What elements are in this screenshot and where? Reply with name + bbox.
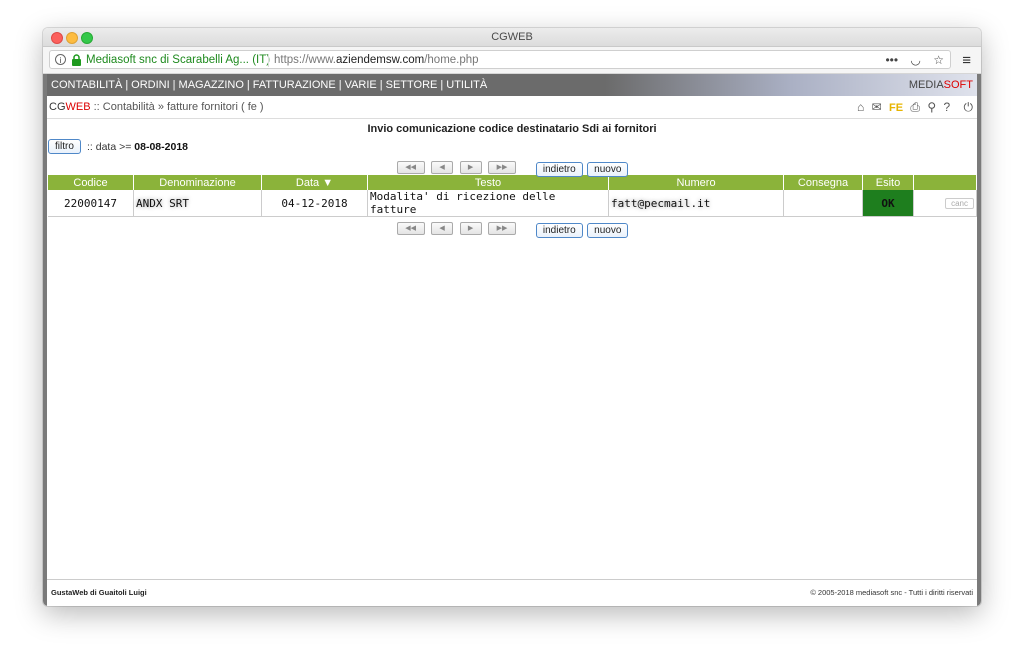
first-page-button-bottom[interactable]: ◀◀ (396, 222, 425, 236)
filter-row: filtro :: data >= 08-08-2018 (47, 139, 977, 159)
col-data[interactable]: Data ▼ (261, 175, 368, 190)
next-page-button-bottom[interactable]: ▶ (459, 222, 482, 236)
col-actions (913, 175, 977, 190)
filter-button[interactable]: filtro (48, 139, 81, 154)
hamburger-menu-icon[interactable]: ≡ (962, 52, 971, 69)
filter-condition: :: data >= 08-08-2018 (87, 141, 189, 153)
cell-data: 04-12-2018 (261, 190, 368, 217)
url-divider (268, 54, 269, 67)
url-bar: i Mediasoft snc di Scarabelli Ag... (IT)… (43, 47, 981, 74)
cell-actions: canc (913, 190, 977, 217)
footer-copyright: © 2005-2018 mediasoft snc - Tutti i diri… (810, 588, 973, 597)
cell-testo: Modalita' di ricezione delle fatture (367, 190, 609, 217)
address-field[interactable]: i Mediasoft snc di Scarabelli Ag... (IT)… (49, 50, 951, 69)
cancel-row-button[interactable]: canc (945, 198, 974, 209)
col-esito[interactable]: Esito (862, 175, 914, 190)
url-text[interactable]: https://www.aziendemsw.com/home.php (274, 51, 479, 70)
col-consegna[interactable]: Consegna (783, 175, 863, 190)
more-actions-icon[interactable]: ••• (885, 53, 898, 67)
last-page-button[interactable]: ▶▶ (487, 161, 516, 175)
col-codice[interactable]: Codice (48, 175, 134, 190)
table-row[interactable]: 22000147 ANDX SRT 04-12-2018 Modalita' d… (48, 190, 977, 217)
nav-item-fatturazione[interactable]: FATTURAZIONE (253, 79, 336, 91)
footer-credit: GustaWeb di Guaitoli Luigi (51, 588, 147, 597)
toolbar-icons: ⌂ ✉ FE ⎙ ⚲ ? ⏻ (853, 96, 973, 119)
cell-codice: 22000147 (48, 190, 134, 217)
fe-icon[interactable]: FE (889, 102, 903, 114)
col-testo[interactable]: Testo (367, 175, 609, 190)
cell-consegna (783, 190, 863, 217)
nav-item-varie[interactable]: VARIE (345, 79, 377, 91)
pocket-icon[interactable]: ◡ (910, 53, 920, 67)
page-title: Invio comunicazione codice destinatario … (367, 123, 657, 135)
next-page-button[interactable]: ▶ (459, 161, 482, 175)
nav-item-magazzino[interactable]: MAGAZZINO (179, 79, 244, 91)
breadcrumb-path: :: Contabilità » fatture fornitori ( fe … (90, 101, 264, 113)
breadcrumb: CGWEB :: Contabilità » fatture fornitori… (47, 96, 977, 119)
nav-item-settore[interactable]: SETTORE (386, 79, 438, 91)
prev-page-button[interactable]: ◀ (431, 161, 454, 175)
power-icon[interactable]: ⏻ (964, 100, 974, 114)
page-footer: GustaWeb di Guaitoli Luigi © 2005-2018 m… (47, 579, 977, 606)
page-content: CONTABILITÀ | ORDINI | MAGAZZINO | FATTURAZION… (43, 74, 981, 606)
info-icon[interactable]: i (55, 54, 66, 65)
home-icon[interactable]: ⌂ (857, 100, 864, 114)
table-header-row: Codice Denominazione Data ▼ Testo Numero… (48, 175, 977, 190)
lock-icon (72, 54, 81, 66)
window-title: CGWEB (491, 31, 533, 43)
bookmark-star-icon[interactable]: ☆ (933, 53, 944, 67)
mediasoft-logo: MEDIASOFT (908, 79, 973, 91)
first-page-button[interactable]: ◀◀ (396, 161, 425, 175)
last-page-button-bottom[interactable]: ▶▶ (487, 222, 516, 236)
data-table: Codice Denominazione Data ▼ Testo Numero… (48, 175, 977, 217)
nav-item-utilita[interactable]: UTILITÀ (446, 79, 487, 91)
main-navbar: CONTABILITÀ | ORDINI | MAGAZZINO | FATTURAZION… (47, 74, 977, 96)
pager-top: ◀◀ ◀ ▶ ▶▶ indietro nuovo (47, 159, 977, 177)
breadcrumb-web: WEB (65, 101, 91, 113)
mail-icon[interactable]: ✉ (872, 100, 882, 114)
site-identity[interactable]: Mediasoft snc di Scarabelli Ag... (IT) (86, 51, 270, 70)
print-icon[interactable]: ⎙ (910, 100, 920, 114)
breadcrumb-cg: CG (49, 101, 66, 113)
back-button-bottom[interactable]: indietro (535, 223, 583, 238)
new-button-bottom[interactable]: nuovo (587, 223, 629, 238)
new-button[interactable]: nuovo (587, 162, 629, 177)
browser-window: CGWEB i Mediasoft snc di Scarabelli Ag..… (43, 28, 981, 606)
url-actions: ••• ◡ ☆ (876, 51, 944, 70)
pager-bottom: ◀◀ ◀ ▶ ▶▶ indietro nuovo (47, 220, 977, 238)
status-badge: OK (862, 190, 914, 217)
col-denominazione[interactable]: Denominazione (133, 175, 262, 190)
cell-numero: fatt@pecmail.it (608, 190, 784, 217)
back-button[interactable]: indietro (535, 162, 583, 177)
title-bar: CGWEB (43, 28, 981, 47)
help-icon[interactable]: ? (943, 100, 950, 114)
prev-page-button-bottom[interactable]: ◀ (431, 222, 454, 236)
cell-denominazione: ANDX SRT (133, 190, 262, 217)
col-numero[interactable]: Numero (608, 175, 784, 190)
nav-item-ordini[interactable]: ORDINI (131, 79, 170, 91)
nav-item-contabilita[interactable]: CONTABILITÀ (51, 79, 122, 91)
search-icon[interactable]: ⚲ (927, 100, 936, 114)
